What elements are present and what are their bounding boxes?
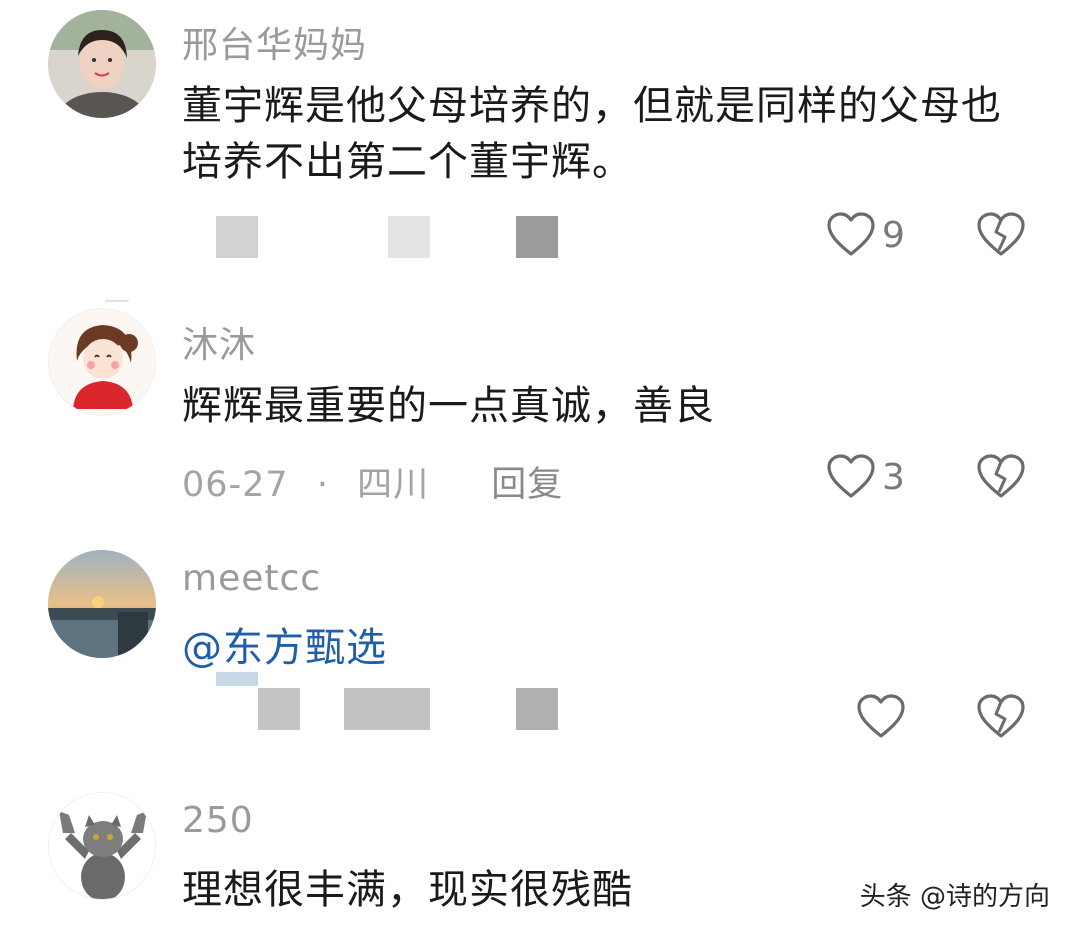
avatar[interactable] [48,792,156,900]
broken-heart-icon [977,212,1025,256]
blurred-meta [344,688,430,730]
avatar[interactable] [48,550,156,658]
heart-outline-icon [857,694,905,738]
comment-location: 四川 [357,465,430,505]
watermark: 头条 @诗的方向 [853,874,1056,915]
comment-text: 董宇辉是他父母培养的，但就是同样的父母也培养不出第二个董宇辉。 [182,83,1002,185]
blurred-meta [216,672,258,686]
avatar[interactable] [48,10,156,118]
avatar[interactable] [48,308,156,416]
username[interactable]: 邢台华妈妈 [182,16,367,68]
broken-heart-icon [977,694,1025,738]
divider [105,300,129,302]
comment-date: 06-27 [182,465,289,505]
blurred-meta [216,216,258,258]
reply-button[interactable]: 回复 [491,465,563,505]
comment-text: 辉辉最重要的一点真诚，善良 [182,383,715,429]
like-button[interactable] [856,692,906,742]
blurred-meta [516,688,558,730]
heart-outline-icon [827,212,875,256]
like-count: 3 [882,456,905,498]
blurred-meta [258,688,300,730]
blurred-meta [388,216,430,258]
blurred-meta [516,216,558,258]
like-button[interactable]: 9 [826,210,905,260]
broken-heart-icon [977,454,1025,498]
meta-separator: · [316,465,329,505]
username[interactable]: 沐沐 [182,316,256,368]
heart-outline-icon [827,454,875,498]
dislike-button[interactable] [976,454,1026,500]
like-count: 9 [882,214,905,256]
username[interactable]: meetcc [182,558,321,599]
username[interactable]: 250 [182,800,254,841]
comment-meta: 06-27 · 四川 回复 [182,456,563,507]
mention-link[interactable]: @东方甄选 [182,620,1022,676]
like-button[interactable]: 3 [826,452,905,502]
dislike-button[interactable] [976,212,1026,258]
dislike-button[interactable] [976,694,1026,740]
